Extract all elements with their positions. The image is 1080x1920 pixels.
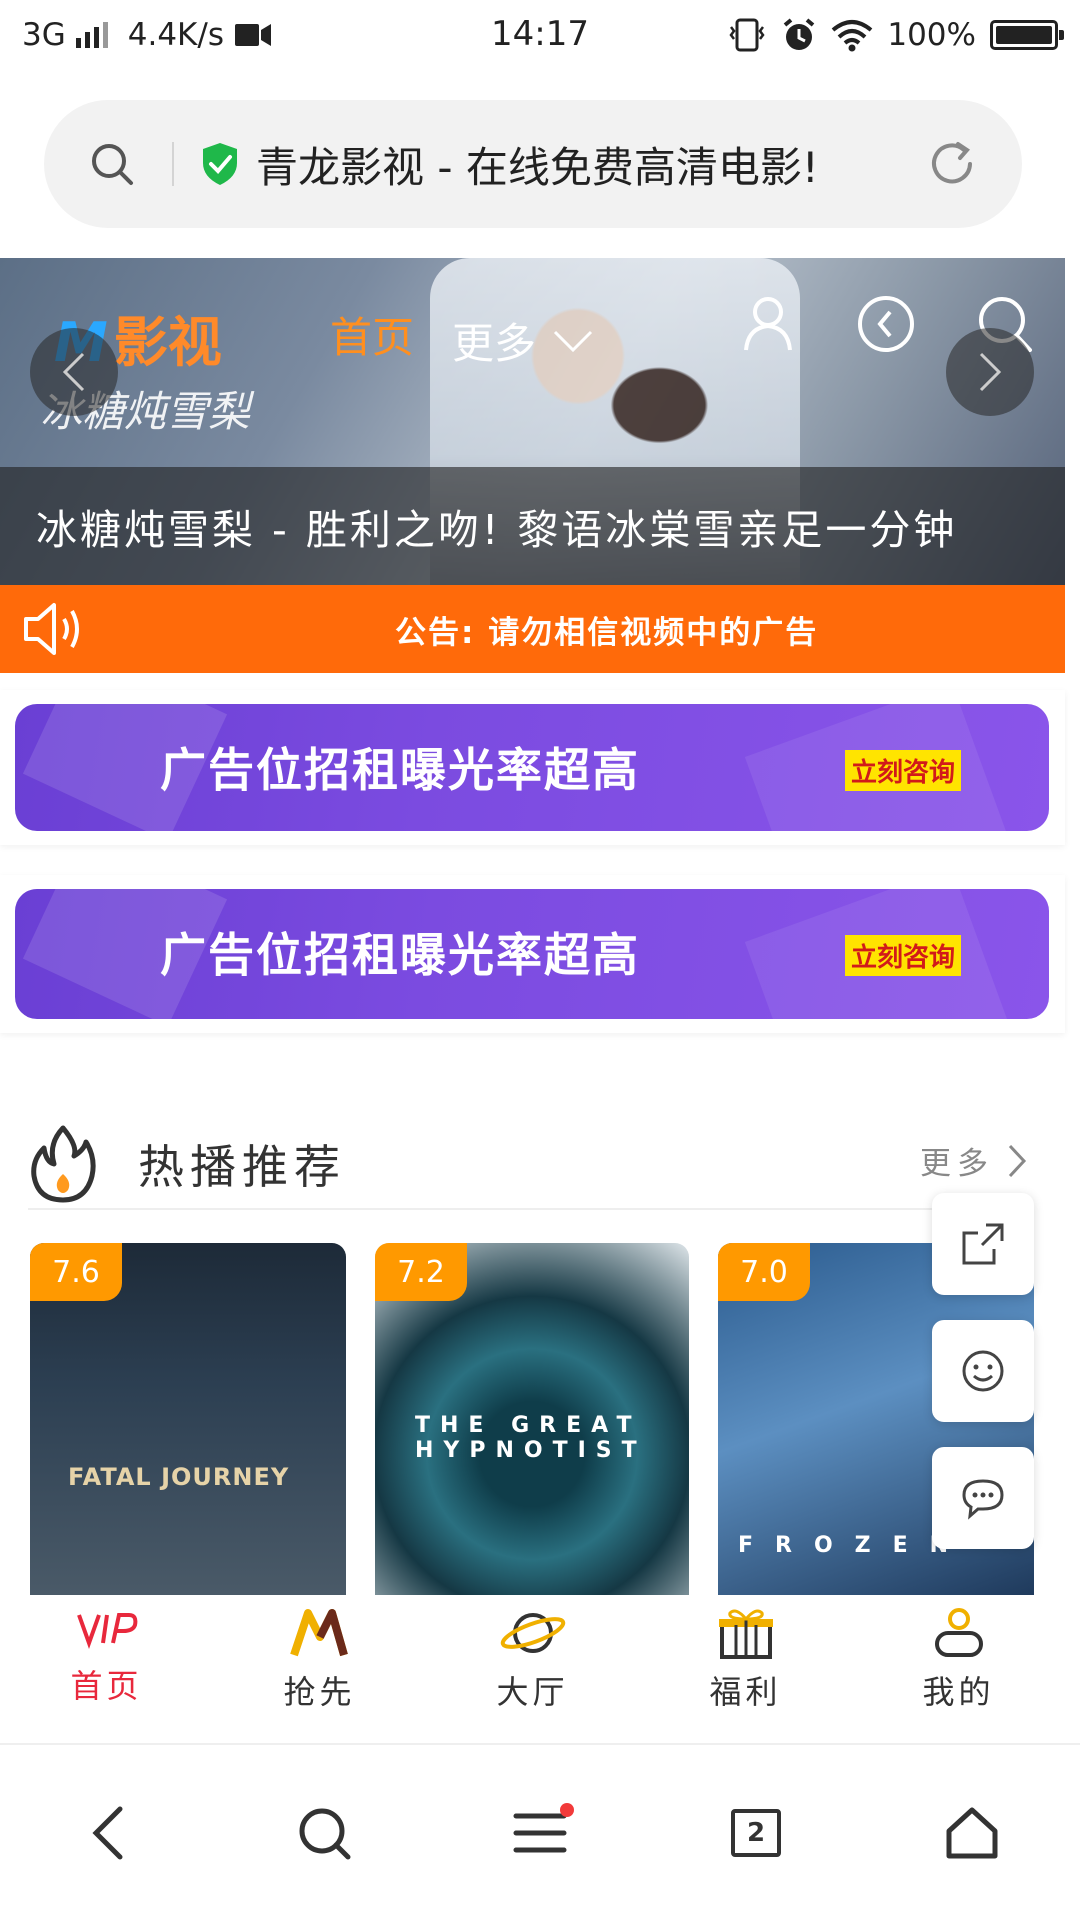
ad-section: 广告位招租曝光率超高 立刻咨询	[0, 690, 1065, 845]
divider	[172, 142, 174, 186]
share-icon	[962, 1223, 1004, 1265]
nav-more-link[interactable]: 更多	[452, 310, 594, 371]
tabs-button[interactable]: 2	[696, 1773, 816, 1893]
status-bar: 3G 4.4K/s 14:17 100%	[0, 0, 1080, 70]
notice-text: 公告: 请勿相信视频中的广告	[395, 614, 819, 651]
share-button[interactable]	[932, 1193, 1034, 1295]
ad-banner[interactable]: 广告位招租曝光率超高 立刻咨询	[15, 889, 1049, 1019]
nav-home-link[interactable]: 首页	[330, 304, 414, 365]
chevron-down-icon	[553, 330, 593, 352]
home-button[interactable]	[912, 1773, 1032, 1893]
search-icon	[299, 1808, 351, 1859]
tab-label: 抢先	[283, 1673, 356, 1711]
menu-button[interactable]	[480, 1773, 600, 1893]
user-icon	[934, 1608, 983, 1657]
browser-toolbar: 2	[0, 1743, 1080, 1920]
prev-slide-button[interactable]	[30, 328, 118, 416]
site-tab-bar: 首页 抢先 大厅 福利 我的	[0, 1595, 1065, 1735]
ad-cta-button[interactable]: 立刻咨询	[845, 935, 962, 976]
address-bar[interactable]: 青龙影视 - 在线免费高清电影!	[44, 100, 1022, 228]
rating-badge: 7.2	[375, 1243, 467, 1301]
user-icon[interactable]	[740, 294, 796, 354]
notice-bar: 公告: 请勿相信视频中的广告	[0, 585, 1065, 673]
search-button[interactable]	[264, 1773, 384, 1893]
comment-button[interactable]	[932, 1447, 1034, 1549]
page-title[interactable]: 青龙影视 - 在线免费高清电影!	[256, 134, 819, 195]
poster-text: FATAL JOURNEY	[68, 1463, 290, 1491]
fire-icon	[31, 1125, 96, 1203]
home-icon	[946, 1807, 998, 1858]
tab-label: 大厅	[496, 1673, 569, 1711]
tab-home[interactable]: 首页	[0, 1595, 213, 1735]
tab-label: 福利	[709, 1673, 782, 1711]
smile-icon	[962, 1350, 1004, 1392]
next-slide-button[interactable]	[946, 328, 1034, 416]
tab-count: 2	[731, 1808, 781, 1857]
rating-badge: 7.0	[718, 1243, 810, 1301]
gift-icon	[718, 1609, 773, 1659]
back-icon	[92, 1806, 123, 1859]
vip-icon	[76, 1613, 137, 1649]
back-button[interactable]	[48, 1773, 168, 1893]
movie-card[interactable]: THE GREAT HYPNOTIST 7.2	[375, 1243, 689, 1595]
ad-banner[interactable]: 广告位招租曝光率超高 立刻咨询	[15, 704, 1049, 831]
chevron-left-icon	[62, 352, 85, 392]
reload-icon[interactable]	[926, 138, 978, 190]
section-title: 热播推荐	[138, 1140, 346, 1194]
tab-hall[interactable]: 大厅	[426, 1595, 639, 1735]
notification-dot	[560, 1802, 574, 1817]
battery-icon	[990, 20, 1064, 50]
chevron-right-icon	[1008, 1144, 1027, 1177]
ad-section: 广告位招租曝光率超高 立刻咨询	[0, 875, 1065, 1033]
shield-icon	[203, 143, 237, 185]
search-icon[interactable]	[88, 140, 136, 188]
ad-text: 广告位招租曝光率超高	[160, 743, 640, 797]
poster-text: THE GREAT HYPNOTIST	[415, 1413, 647, 1463]
chat-icon	[962, 1479, 1004, 1520]
tab-label: 首页	[70, 1667, 143, 1705]
chevron-right-icon	[979, 352, 1002, 392]
movie-card[interactable]: FATAL JOURNEY 7.6	[30, 1243, 346, 1595]
rating-badge: 7.6	[30, 1243, 122, 1301]
tab-label: 我的	[922, 1673, 995, 1711]
planet-icon	[500, 1613, 565, 1653]
menu-icon	[513, 1813, 567, 1852]
hero-banner[interactable]: M影视 冰糖炖雪梨 首页 更多 冰糖炖雪梨 - 胜利之吻! 黎语冰棠雪亲足一分钟	[0, 258, 1065, 585]
speaker-icon	[24, 603, 79, 655]
more-link[interactable]: 更多	[920, 1138, 1028, 1183]
m-logo-icon	[289, 1609, 348, 1657]
tab-mine[interactable]: 我的	[852, 1595, 1065, 1735]
hero-caption[interactable]: 冰糖炖雪梨 - 胜利之吻! 黎语冰棠雪亲足一分钟	[0, 467, 1065, 585]
ad-text: 广告位招租曝光率超高	[160, 928, 640, 982]
clock: 14:17	[491, 14, 589, 54]
hot-section-header: 热播推荐 更多	[28, 1120, 1028, 1210]
feedback-button[interactable]	[932, 1320, 1034, 1422]
history-icon[interactable]	[856, 294, 916, 354]
tab-early-access[interactable]: 抢先	[213, 1595, 426, 1735]
ad-cta-button[interactable]: 立刻咨询	[845, 750, 962, 791]
tab-benefits[interactable]: 福利	[639, 1595, 852, 1735]
